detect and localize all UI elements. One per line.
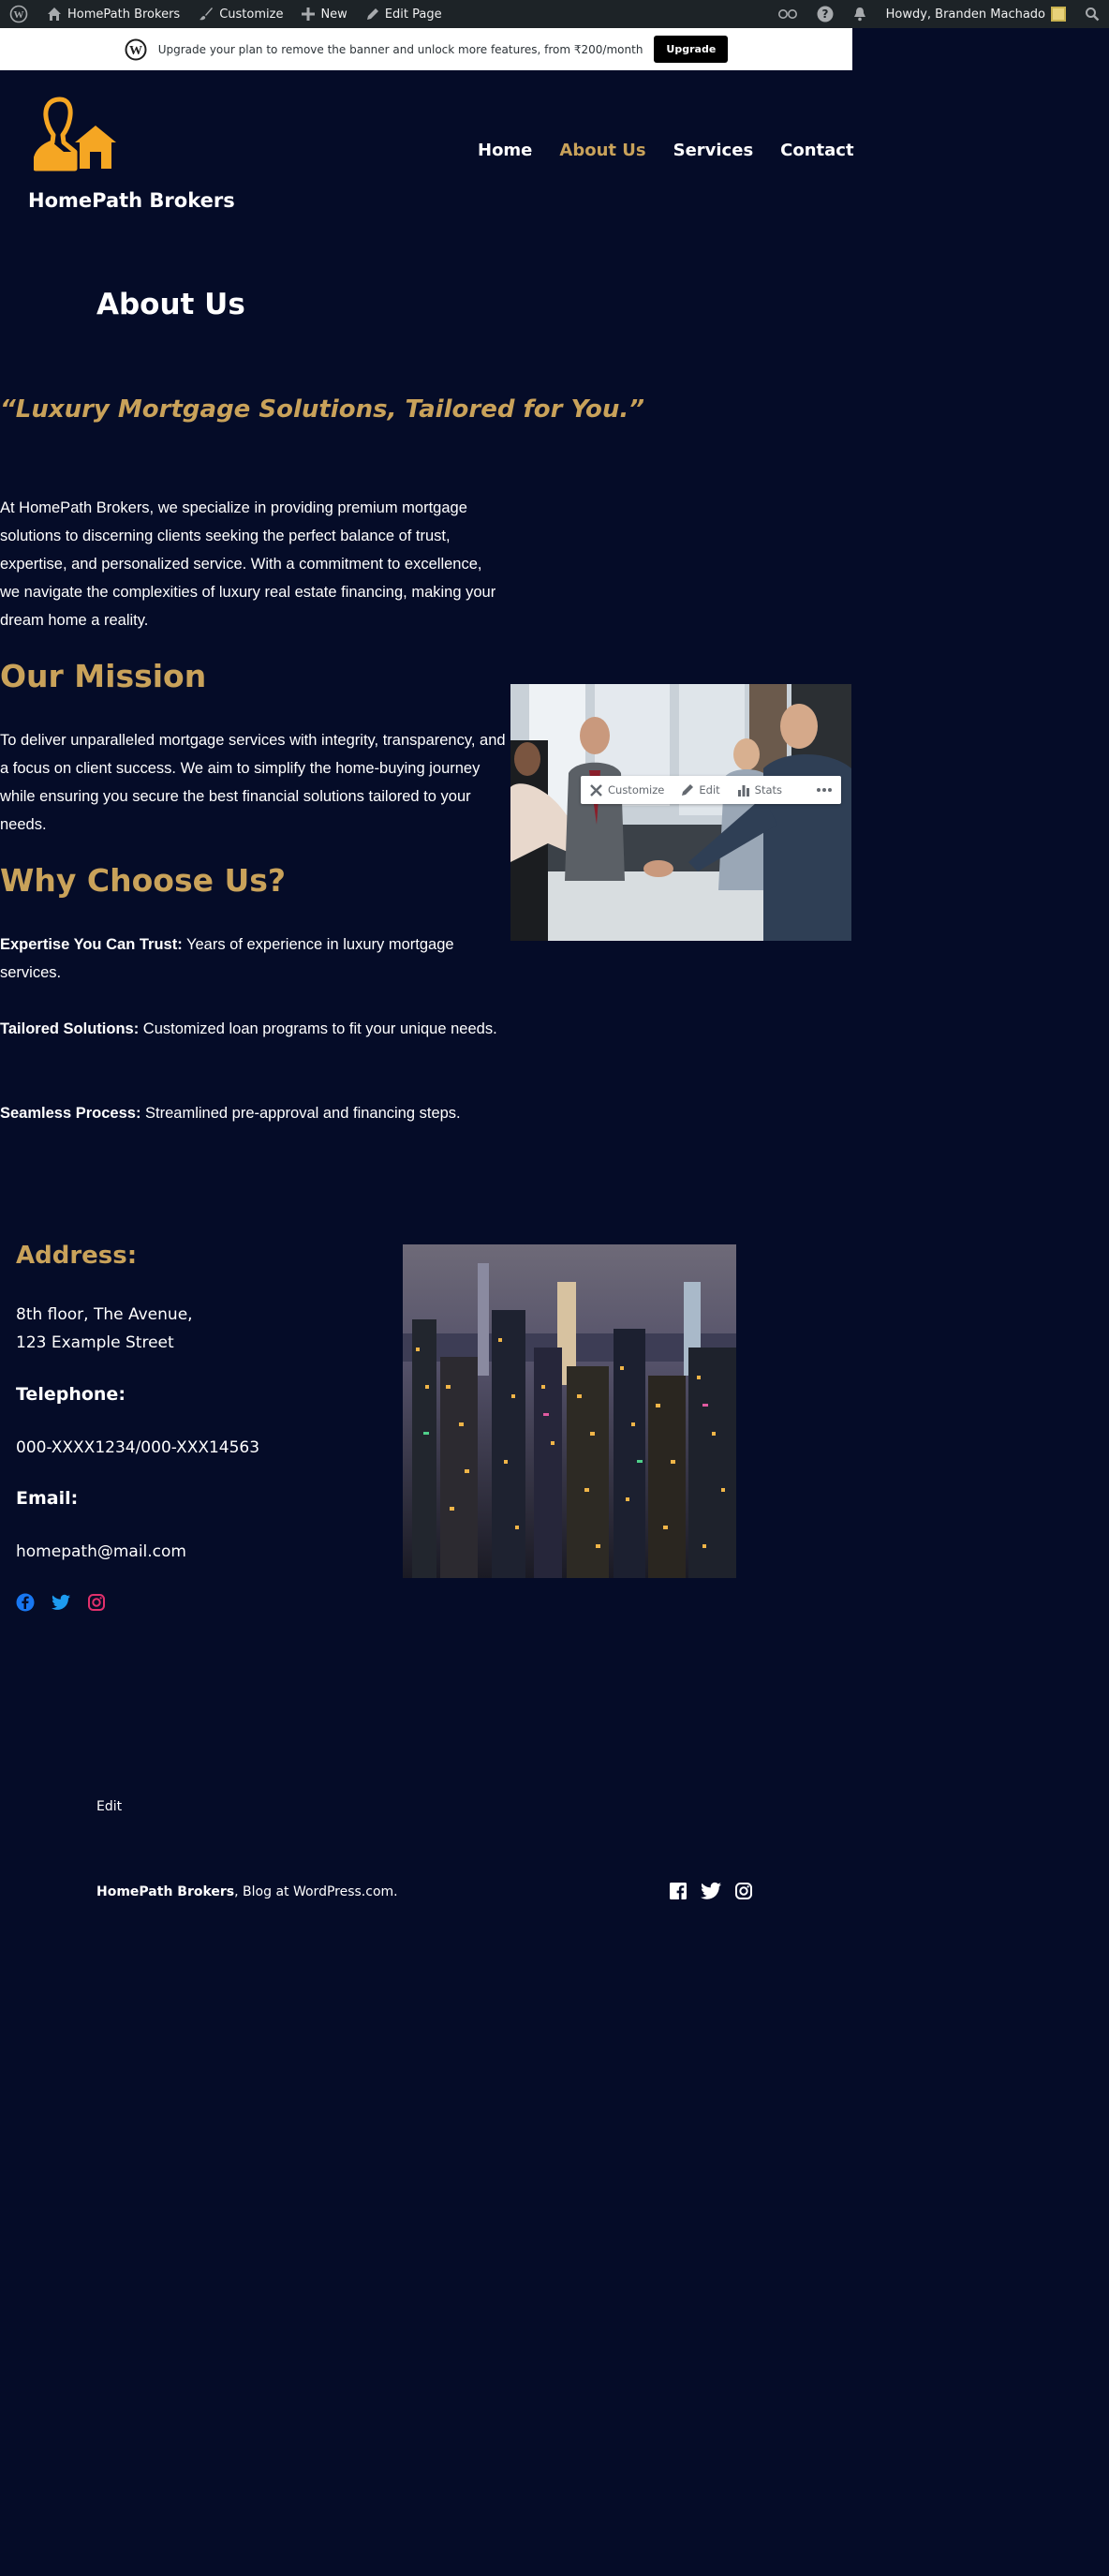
bell-icon <box>853 7 865 22</box>
toolbar-customize-label: Customize <box>608 783 665 797</box>
instagram-icon[interactable] <box>87 1593 106 1612</box>
main-navigation: Home About Us Services Contact <box>478 141 854 160</box>
reason-seamless: Seamless Process: Streamlined pre-approv… <box>0 1099 506 1127</box>
admin-customize-link[interactable]: Customize <box>189 0 292 28</box>
admin-customize-label: Customize <box>219 7 284 22</box>
twitter-icon[interactable] <box>701 1882 721 1900</box>
wordpress-icon: W <box>125 38 147 60</box>
toolbar-edit-label: Edit <box>699 783 720 797</box>
nav-about-us[interactable]: About Us <box>559 141 645 160</box>
nav-services[interactable]: Services <box>673 141 754 160</box>
image-hover-toolbar: Customize Edit Stats <box>581 776 841 804</box>
site-title[interactable]: HomePath Brokers <box>28 189 235 212</box>
admin-edit-page-label: Edit Page <box>384 7 442 22</box>
telephone-number: 000-XXXX1234/000-XXX14563 <box>16 1438 260 1457</box>
reason-title: Tailored Solutions: <box>0 1020 140 1037</box>
intro-paragraph: At HomePath Brokers, we specialize in pr… <box>0 499 496 629</box>
help-icon: ? <box>817 6 834 22</box>
admin-site-name-label: HomePath Brokers <box>67 7 181 22</box>
mission-paragraph: To deliver unparalleled mortgage service… <box>0 732 506 833</box>
wordpress-icon: W <box>9 5 28 23</box>
address-heading: Address: <box>16 1242 138 1270</box>
notifications-button[interactable] <box>843 0 877 28</box>
instagram-icon[interactable] <box>734 1882 753 1900</box>
help-button[interactable]: ? <box>807 0 843 28</box>
svg-text:?: ? <box>821 7 828 21</box>
page-title: About Us <box>96 288 245 321</box>
footer-edit-link[interactable]: Edit <box>96 1799 122 1814</box>
admin-bar: W HomePath Brokers Customize New Edit Pa… <box>0 0 1109 28</box>
search-icon <box>1086 7 1100 22</box>
toolbar-edit-button[interactable]: Edit <box>673 776 728 804</box>
paintbrush-icon <box>200 7 214 21</box>
pencil-icon <box>366 8 378 20</box>
reason-tailored: Tailored Solutions: Customized loan prog… <box>0 1015 506 1043</box>
footer-credit: HomePath Brokers, Blog at WordPress.com. <box>96 1884 398 1899</box>
admin-search-button[interactable] <box>1075 0 1109 28</box>
reader-icon <box>777 9 797 19</box>
bar-chart-icon <box>737 785 749 797</box>
nav-home[interactable]: Home <box>478 141 532 160</box>
admin-edit-page-link[interactable]: Edit Page <box>357 0 451 28</box>
reader-button[interactable] <box>768 0 807 28</box>
wordpress-logo-button[interactable]: W <box>0 0 37 28</box>
toolbar-stats-label: Stats <box>754 783 783 797</box>
email-heading: Email: <box>16 1488 79 1509</box>
address-line-2: 123 Example Street <box>16 1333 174 1352</box>
mission-heading: Our Mission <box>0 658 207 694</box>
home-icon <box>48 7 61 21</box>
footer-credit-text[interactable]: , Blog at WordPress.com. <box>234 1884 397 1899</box>
svg-text:W: W <box>129 44 142 58</box>
reason-text: Customized loan programs to fit your uni… <box>139 1020 497 1037</box>
admin-site-name-link[interactable]: HomePath Brokers <box>37 0 189 28</box>
reason-title: Seamless Process: <box>0 1105 141 1122</box>
nav-contact[interactable]: Contact <box>780 141 853 160</box>
site-logo-icon[interactable] <box>34 94 120 180</box>
upgrade-banner: W Upgrade your plan to remove the banner… <box>0 28 852 70</box>
toolbar-customize-button[interactable]: Customize <box>581 776 673 804</box>
ellipsis-icon <box>817 788 832 792</box>
twitter-icon[interactable] <box>52 1594 70 1611</box>
pencil-icon <box>682 784 694 796</box>
howdy-label: Howdy, Branden Machado <box>885 7 1045 22</box>
reason-expertise: Expertise You Can Trust: Years of experi… <box>0 931 506 987</box>
footer-social-links <box>669 1882 753 1900</box>
tools-icon <box>590 783 602 797</box>
tagline: “Luxury Mortgage Solutions, Tailored for… <box>0 395 645 424</box>
toolbar-more-button[interactable] <box>807 776 841 804</box>
reason-title: Expertise You Can Trust: <box>0 936 183 953</box>
admin-new-label: New <box>320 7 347 22</box>
account-menu[interactable]: Howdy, Branden Machado <box>877 0 1075 28</box>
plus-icon <box>302 7 316 21</box>
reason-text: Streamlined pre-approval and financing s… <box>140 1105 461 1122</box>
footer-site-name[interactable]: HomePath Brokers <box>96 1884 234 1899</box>
city-night-image <box>403 1244 736 1578</box>
upgrade-button[interactable]: Upgrade <box>654 36 729 63</box>
email-address: homepath@mail.com <box>16 1542 186 1561</box>
business-meeting-image <box>510 684 851 941</box>
address-line-1: 8th floor, The Avenue, <box>16 1305 193 1324</box>
toolbar-stats-button[interactable]: Stats <box>729 776 791 804</box>
avatar <box>1051 7 1066 22</box>
upgrade-message: Upgrade your plan to remove the banner a… <box>157 42 643 56</box>
facebook-icon[interactable] <box>669 1882 688 1900</box>
why-choose-heading: Why Choose Us? <box>0 862 287 899</box>
facebook-icon[interactable] <box>16 1593 35 1612</box>
svg-text:W: W <box>14 9 24 21</box>
admin-new-link[interactable]: New <box>292 0 356 28</box>
telephone-heading: Telephone: <box>16 1384 126 1405</box>
contact-social-links <box>16 1593 106 1612</box>
